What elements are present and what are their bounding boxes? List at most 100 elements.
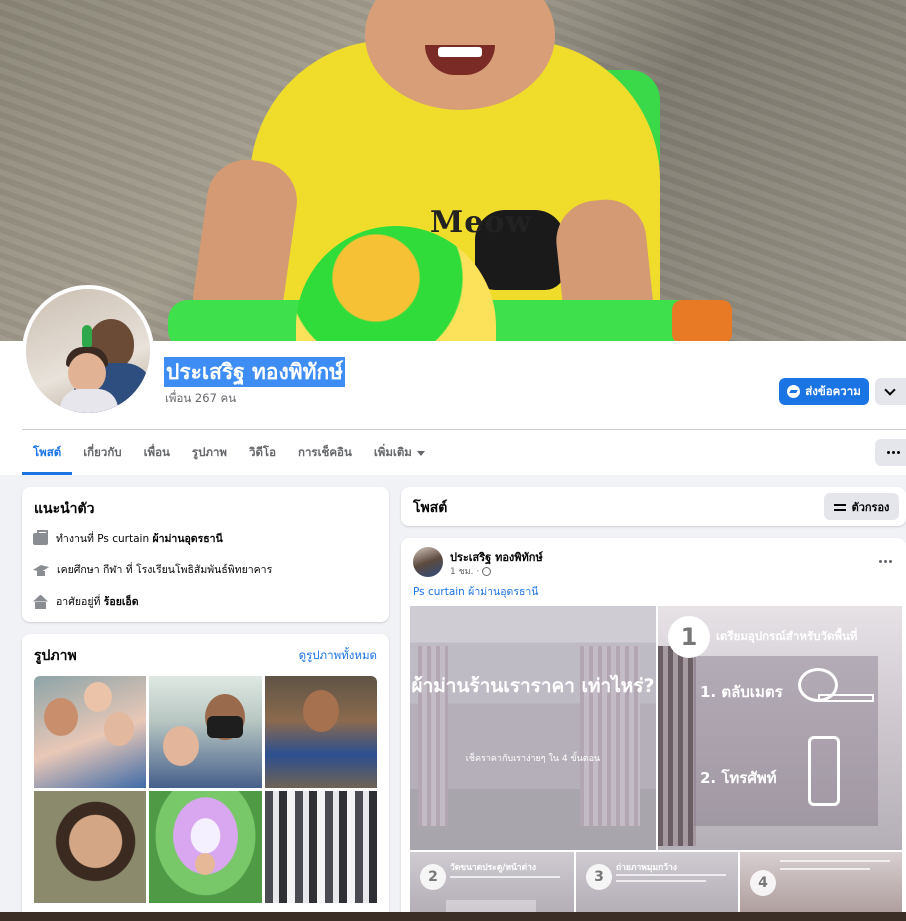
profile-avatar[interactable] bbox=[22, 285, 154, 417]
tab-label: เกี่ยวกับ bbox=[83, 445, 122, 459]
intro-education-text: เคยศึกษา กีฬา ที่ โรงเรียนโพธิสัมพันธ์พิ… bbox=[57, 561, 272, 578]
photo-thumbnail[interactable] bbox=[265, 791, 377, 903]
tab-label: รูปภาพ bbox=[191, 445, 227, 459]
photos-card: รูปภาพ ดูรูปภาพทั้งหมด bbox=[22, 634, 389, 921]
intro-work: ทำงานที่ Ps curtain ผ้าม่านอุดรธานี bbox=[33, 529, 223, 547]
intro-card: แนะนำตัว ทำงานที่ Ps curtain ผ้าม่านอุดร… bbox=[22, 487, 389, 622]
intro-title: แนะนำตัว bbox=[34, 501, 95, 517]
tab-posts[interactable]: โพสต์ bbox=[22, 433, 73, 475]
tab-label: เพิ่มเติม bbox=[373, 445, 412, 459]
tab-label: วิดีโอ bbox=[249, 445, 277, 459]
filter-button[interactable]: ตัวกรอง bbox=[824, 493, 899, 520]
posts-title: โพสต์ bbox=[413, 500, 448, 516]
tab-more[interactable]: เพิ่มเติม bbox=[363, 433, 436, 473]
post-image-step3[interactable]: 3 ถ่ายภาพมุมกว้าง bbox=[576, 852, 738, 921]
intro-work-text: ทำงานที่ Ps curtain ผ้าม่านอุดรธานี bbox=[56, 530, 223, 547]
profile-tabs: โพสต์ เกี่ยวกับ เพื่อน รูปภาพ วิดีโอ การ… bbox=[22, 433, 436, 475]
photo-person bbox=[195, 853, 215, 875]
post-timestamp[interactable]: 1 ชม. · bbox=[450, 564, 479, 578]
intro-work-prefix: ทำงานที่ Ps curtain bbox=[56, 533, 153, 545]
photo-thumbnail[interactable] bbox=[34, 791, 146, 903]
intro-location-prefix: อาศัยอยู่ที่ bbox=[56, 596, 104, 608]
step-item-tape: 1. ตลับเมตร bbox=[700, 683, 783, 701]
tab-checkins[interactable]: การเช็คอิน bbox=[287, 433, 363, 473]
step-number: 1 bbox=[668, 616, 710, 658]
chevron-down-icon bbox=[884, 383, 896, 396]
intro-location-text: อาศัยอยู่ที่ ร้อยเอ็ด bbox=[56, 593, 139, 610]
tab-friends[interactable]: เพื่อน bbox=[133, 433, 181, 473]
dot-icon bbox=[879, 560, 882, 563]
graduation-cap-icon bbox=[33, 564, 49, 576]
photo-thumbnail[interactable] bbox=[34, 676, 146, 788]
photo-thumbnail[interactable] bbox=[149, 791, 262, 903]
post-image-headline: ผ้าม่านร้านเราราคา เท่าไหร่? bbox=[411, 675, 655, 697]
photo-person bbox=[84, 682, 112, 712]
tab-about[interactable]: เกี่ยวกับ bbox=[72, 433, 132, 473]
profile-name: ประเสริฐ ทองพิทักษ์ bbox=[164, 357, 346, 387]
post-media: ผ้าม่านร้านเราราคา เท่าไหร่? เช็คราคากับ… bbox=[410, 606, 902, 921]
image-overlay bbox=[410, 606, 656, 850]
photo-thumbnail[interactable] bbox=[149, 676, 262, 788]
filter-label: ตัวกรอง bbox=[851, 501, 890, 514]
text-line bbox=[780, 868, 870, 870]
post-image-step4[interactable]: 4 bbox=[740, 852, 902, 921]
caret-down-icon bbox=[416, 450, 425, 456]
tab-label: การเช็คอิน bbox=[298, 445, 352, 459]
photo-person bbox=[163, 726, 199, 766]
step-title: วัดขนาดประตู/หน้าต่าง bbox=[450, 863, 536, 873]
text-line bbox=[780, 860, 890, 862]
avatar-kid-body bbox=[60, 389, 118, 413]
intro-education: เคยศึกษา กีฬา ที่ โรงเรียนโพธิสัมพันธ์พิ… bbox=[33, 561, 272, 578]
tape-measure-icon bbox=[818, 694, 874, 702]
more-options-button[interactable] bbox=[875, 439, 906, 466]
post-meta: 1 ชม. · bbox=[450, 564, 492, 578]
photo-thumbnail[interactable] bbox=[265, 676, 377, 788]
dot-icon bbox=[884, 560, 887, 563]
photos-title: รูปภาพ bbox=[34, 648, 77, 664]
cover-teeth bbox=[438, 47, 482, 57]
post-image-step1[interactable]: 1 เตรียมอุปกรณ์สำหรับวัดพื้นที่ 1. ตลับเ… bbox=[658, 606, 902, 850]
friends-count[interactable]: เพื่อน 267 คน bbox=[165, 390, 236, 408]
avatar-decoration bbox=[82, 325, 92, 349]
profile-more-button[interactable] bbox=[875, 378, 906, 405]
globe-icon bbox=[482, 566, 492, 576]
photo-face-mask bbox=[207, 716, 243, 738]
phone-icon bbox=[808, 736, 840, 806]
photo-person bbox=[104, 712, 134, 746]
text-line bbox=[450, 876, 560, 878]
taskbar-edge bbox=[0, 912, 906, 921]
intro-location-link[interactable]: ร้อยเอ็ด bbox=[104, 596, 139, 608]
see-all-photos-link[interactable]: ดูรูปภาพทั้งหมด bbox=[299, 647, 377, 665]
messenger-icon bbox=[787, 385, 801, 398]
post-card: ประเสริฐ ทองพิทักษ์ 1 ชม. · Ps curtain ผ… bbox=[401, 538, 906, 921]
intro-education-link[interactable]: โรงเรียนโพธิสัมพันธ์พิทยาคาร bbox=[136, 564, 272, 576]
avatar-kid-head bbox=[68, 353, 106, 393]
tab-photos[interactable]: รูปภาพ bbox=[181, 433, 238, 473]
intro-location: อาศัยอยู่ที่ ร้อยเอ็ด bbox=[33, 593, 139, 610]
step-number: 4 bbox=[750, 870, 776, 896]
tab-videos[interactable]: วิดีโอ bbox=[238, 433, 287, 473]
header-divider bbox=[22, 429, 906, 430]
dot-icon bbox=[897, 451, 900, 454]
post-options-button[interactable] bbox=[879, 560, 892, 563]
post-image-step2[interactable]: 2 วัดขนาดประตู/หน้าต่าง bbox=[410, 852, 574, 921]
post-image-main[interactable]: ผ้าม่านร้านเราราคา เท่าไหร่? เช็คราคากับ… bbox=[410, 606, 656, 850]
dot-icon bbox=[892, 451, 895, 454]
photo-grid bbox=[34, 676, 377, 903]
cover-toy-wheel bbox=[672, 300, 732, 341]
tab-label: โพสต์ bbox=[33, 444, 62, 459]
step-number: 3 bbox=[586, 864, 612, 890]
dot-icon bbox=[887, 451, 890, 454]
post-text[interactable]: Ps curtain ผ้าม่านอุดรธานี bbox=[413, 583, 538, 600]
filter-icon bbox=[833, 502, 846, 512]
intro-work-link[interactable]: ผ้าม่านอุดรธานี bbox=[152, 533, 222, 545]
send-message-button[interactable]: ส่งข้อความ bbox=[779, 378, 869, 405]
text-line bbox=[616, 880, 706, 882]
text-line bbox=[616, 874, 726, 876]
send-message-label: ส่งข้อความ bbox=[805, 385, 861, 398]
post-author-avatar[interactable] bbox=[413, 547, 443, 577]
tab-label: เพื่อน bbox=[143, 445, 170, 459]
intro-education-prefix: เคยศึกษา กีฬา ที่ bbox=[57, 564, 136, 576]
cover-shirt-text: Meow bbox=[430, 205, 533, 240]
curtain-graphic bbox=[658, 646, 696, 846]
